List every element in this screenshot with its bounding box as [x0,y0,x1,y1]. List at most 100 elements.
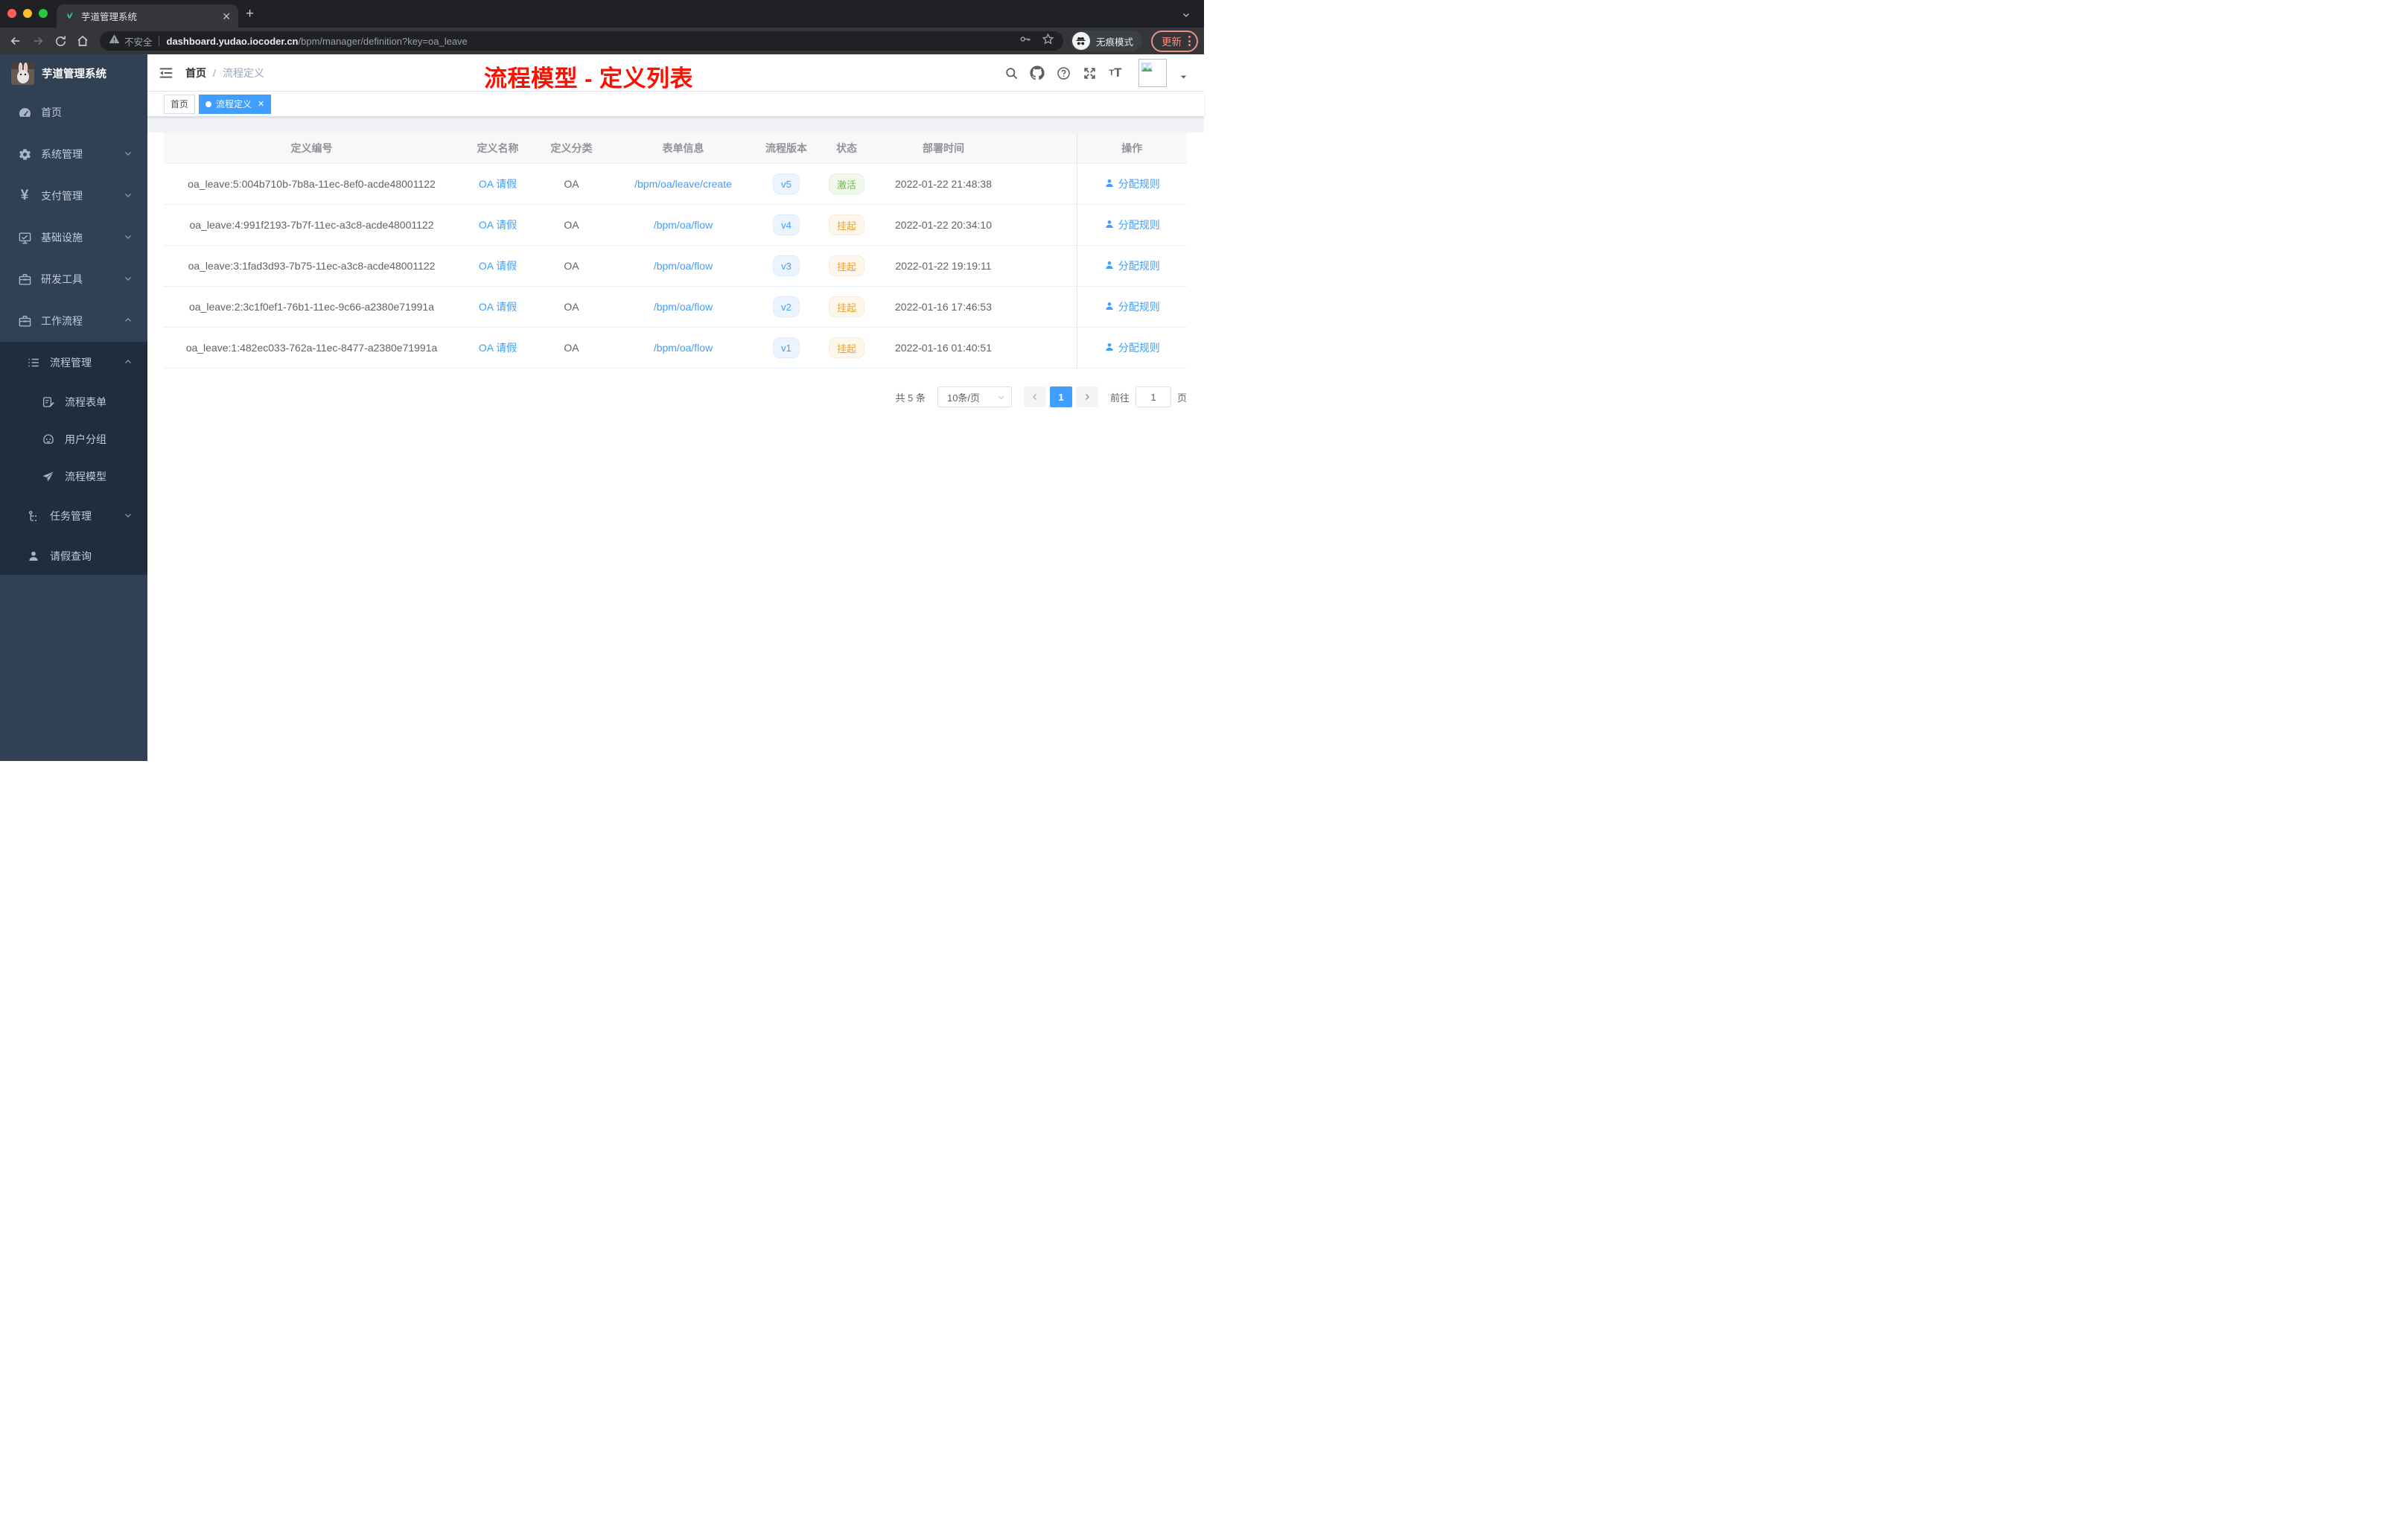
form-info-link[interactable]: /bpm/oa/flow [654,260,713,272]
bookmark-star-icon[interactable] [1042,33,1054,49]
sidebar-toggle-hamburger-icon[interactable] [147,54,185,91]
definition-id: oa_leave:2:3c1f0ef1-76b1-11ec-9c66-a2380… [188,301,434,313]
definition-id-cell: oa_leave:2:3c1f0ef1-76b1-11ec-9c66-a2380… [164,286,459,328]
column-header-form: 表单信息 [607,133,759,164]
version-cell: v2 [759,286,813,328]
table-row: oa_leave:3:1fad3d93-7b75-11ec-a3c8-acde4… [164,245,1187,287]
tab-close-icon[interactable]: ✕ [222,11,231,22]
chevron-down-icon [124,148,133,160]
definition-id-cell: oa_leave:1:482ec033-762a-11ec-8477-a2380… [164,327,459,369]
version-badge: v3 [773,255,800,276]
sidebar-item-leave-query[interactable]: 请假查询 [0,537,147,575]
filler-cell [1007,163,1077,205]
tag-close-icon[interactable]: ✕ [258,99,264,109]
security-label: 不安全 [124,36,153,48]
incognito-badge: 无痕模式 [1070,31,1142,51]
deploy-time: 2022-01-22 21:48:38 [895,178,992,190]
fullscreen-icon[interactable] [1082,66,1097,80]
version-cell: v4 [759,204,813,246]
browser-update-button[interactable]: 更新 [1151,30,1198,52]
page-size-value: 10条/页 [946,392,981,404]
browser-tab[interactable]: 芋道管理系统 ✕ [57,4,238,28]
browser-menu-icon[interactable] [1188,36,1191,46]
github-icon[interactable] [1030,66,1045,80]
browser-tab-strip: 芋道管理系统 ✕ + [0,0,1204,28]
sidebar-item-system[interactable]: 系统管理 [0,133,147,175]
sidebar-item-label: 用户分组 [65,433,106,445]
definition-id: oa_leave:3:1fad3d93-7b75-11ec-a3c8-acde4… [188,260,436,272]
sidebar-item-infrastructure[interactable]: 基础设施 [0,217,147,258]
assign-rule-button[interactable]: 分配规则 [1104,258,1160,273]
back-button[interactable] [6,31,25,51]
status-badge: 挂起 [828,214,864,235]
tag-home[interactable]: 首页 [164,94,196,114]
active-dot-icon [206,101,212,107]
window-controls[interactable] [7,9,48,18]
sidebar-item-process-management[interactable]: 流程管理 [0,342,147,383]
goto-page-input[interactable] [1135,386,1171,407]
definition-name-link[interactable]: OA 请假 [479,260,517,272]
form-info-link[interactable]: /bpm/oa/flow [654,301,713,313]
sidebar-item-task-management[interactable]: 任务管理 [0,495,147,537]
definition-id: oa_leave:4:991f2193-7b7f-11ec-a3c8-acde4… [189,219,434,231]
avatar-caret-down-icon[interactable] [1179,71,1188,85]
window-minimize-button[interactable] [23,9,32,18]
user-avatar[interactable] [1138,59,1167,87]
assign-rule-button[interactable]: 分配规则 [1104,340,1160,355]
sidebar-item-process-model[interactable]: 流程模型 [0,458,147,495]
tag-process-definition[interactable]: 流程定义 ✕ [199,94,272,114]
page-unit-label: 页 [1176,392,1187,404]
column-header-status: 状态 [813,133,880,164]
new-tab-button[interactable]: + [246,6,254,22]
sidebar-item-workflow[interactable]: 工作流程 [0,300,147,342]
sidebar-item-payment[interactable]: ¥ 支付管理 [0,175,147,217]
address-bar[interactable]: 不安全 dashboard.yudao.iocoder.cn/bpm/manag… [100,31,1063,51]
sidebar-item-label: 任务管理 [50,510,92,522]
help-question-icon[interactable] [1056,66,1071,80]
page-size-select[interactable]: 10条/页 [937,386,1012,407]
forward-button[interactable] [28,31,48,51]
page-number-button[interactable]: 1 [1049,386,1072,407]
deploy-time: 2022-01-22 19:19:11 [895,260,992,272]
definition-name-link[interactable]: OA 请假 [479,301,517,313]
font-size-icon[interactable]: TT [1108,66,1123,80]
deploy-time: 2022-01-16 17:46:53 [895,301,992,313]
definition-name-cell: OA 请假 [459,204,536,246]
search-icon[interactable] [1004,66,1019,80]
update-label: 更新 [1162,36,1182,48]
window-zoom-button[interactable] [39,9,48,18]
definition-name-link[interactable]: OA 请假 [479,219,517,231]
app-navbar: 首页 / 流程定义 流程模型 - 定义列表 TT [147,54,1204,92]
form-info-link[interactable]: /bpm/oa/flow [654,219,713,231]
definition-category-cell: OA [536,245,607,287]
not-secure-warning-icon[interactable] [109,34,120,48]
assign-rule-button[interactable]: 分配规则 [1104,217,1160,232]
home-button[interactable] [73,31,92,51]
table-row: oa_leave:4:991f2193-7b7f-11ec-a3c8-acde4… [164,204,1187,246]
password-key-icon[interactable] [1019,33,1031,49]
sidebar-item-dev-tools[interactable]: 研发工具 [0,258,147,300]
column-header-actions: 操作 [1076,133,1187,164]
sidebar-item-process-form[interactable]: 流程表单 [0,383,147,421]
sidebar-item-user-group[interactable]: 用户分组 [0,421,147,458]
form-info-link[interactable]: /bpm/oa/flow [654,342,713,354]
prev-page-button[interactable] [1023,386,1046,407]
chevron-down-icon [124,273,133,285]
assign-rule-button[interactable]: 分配规则 [1104,176,1160,191]
sidebar-item-home[interactable]: 首页 [0,92,147,133]
form-info-link[interactable]: /bpm/oa/leave/create [634,178,732,190]
tab-search-chevron-icon[interactable] [1182,10,1191,23]
chevron-up-icon [124,315,133,327]
definition-name-link[interactable]: OA 请假 [479,178,517,190]
sidebar-item-label: 流程管理 [50,357,92,369]
reload-button[interactable] [51,31,70,51]
window-close-button[interactable] [7,9,16,18]
breadcrumb-home[interactable]: 首页 [185,66,206,80]
assign-rule-button[interactable]: 分配规则 [1104,299,1160,314]
definition-name-link[interactable]: OA 请假 [479,342,517,354]
next-page-button[interactable] [1075,386,1098,407]
list-tree-icon [25,354,42,372]
app-logo[interactable]: 芋道管理系统 [0,54,147,92]
status-badge: 挂起 [828,296,864,317]
tab-title: 芋道管理系统 [81,12,138,22]
